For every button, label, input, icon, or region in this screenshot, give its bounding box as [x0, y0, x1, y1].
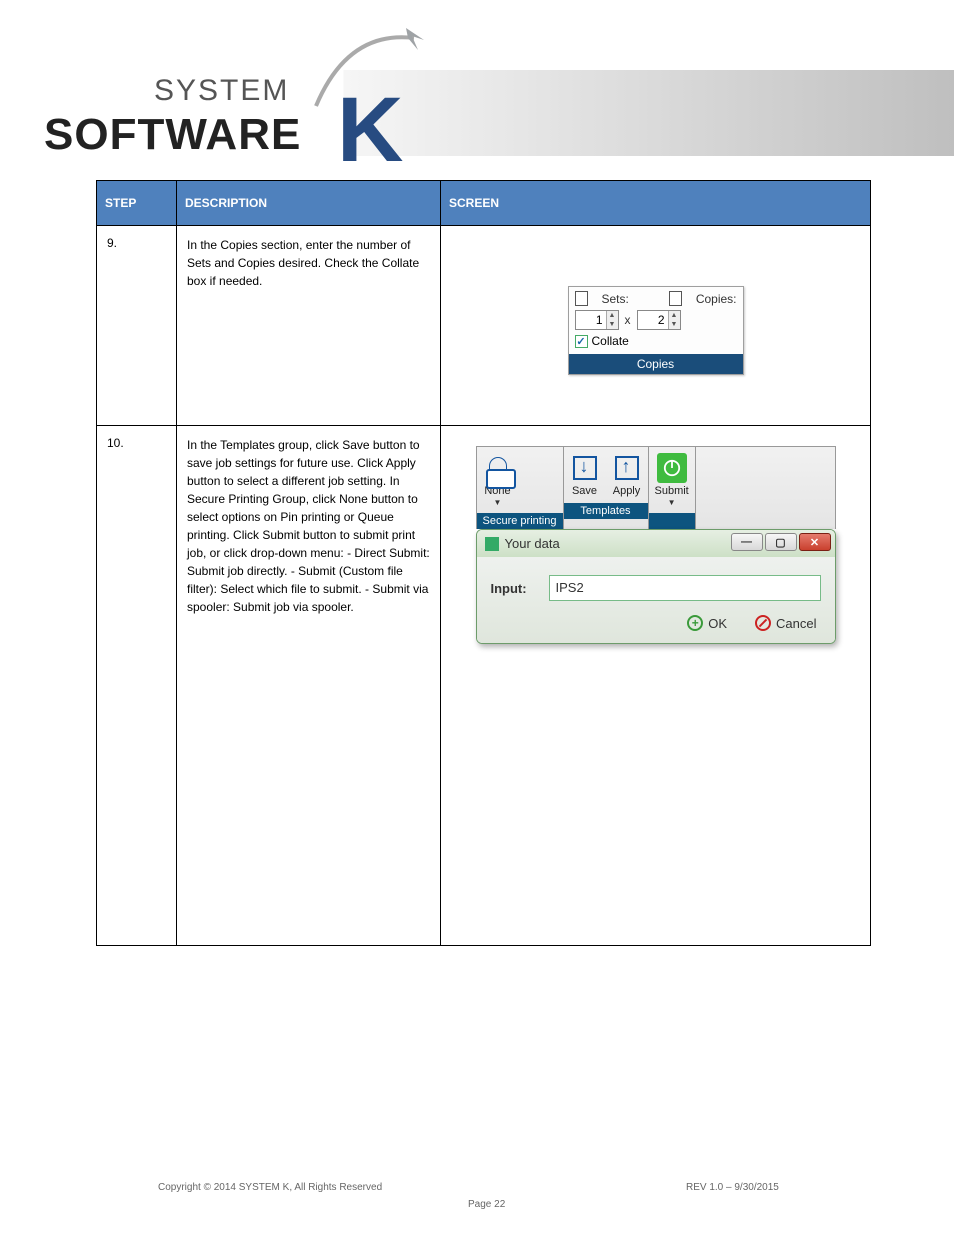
save-icon	[573, 456, 597, 480]
step-number: 9.	[97, 226, 177, 426]
company-logo: SYSTEM SOFTWARE K	[24, 18, 394, 158]
copies-footer: Copies	[569, 354, 743, 374]
templates-group-label: Templates	[564, 503, 648, 519]
cancel-button[interactable]: Cancel	[755, 615, 816, 631]
col-screen: SCREEN	[441, 181, 871, 226]
col-step: STEP	[97, 181, 177, 226]
secure-printing-group-label: Secure printing	[477, 513, 563, 529]
copies-icon	[669, 291, 682, 306]
save-button[interactable]: Save	[570, 453, 600, 497]
dialog-title: Your data	[505, 536, 560, 551]
col-desc: DESCRIPTION	[177, 181, 441, 226]
submit-button[interactable]: Submit ▼	[655, 453, 689, 507]
logo-text-software: SOFTWARE	[44, 110, 301, 160]
step-number: 10.	[97, 426, 177, 946]
step-description: In the Copies section, enter the number …	[177, 226, 441, 426]
lock-open-icon	[489, 457, 507, 469]
ok-button[interactable]: + OK	[687, 615, 727, 631]
copies-spinner[interactable]: 2 ▲▼	[637, 310, 681, 330]
logo-letter-k: K	[337, 78, 403, 183]
apply-icon	[615, 456, 639, 480]
none-button[interactable]: None ▼	[483, 453, 513, 507]
copies-label: Copies:	[696, 292, 737, 306]
sets-label: Sets:	[602, 292, 629, 306]
maximize-button[interactable]: ▢	[765, 533, 797, 551]
ribbon-toolbar: None ▼ Secure printing Save	[476, 446, 836, 529]
input-dialog: Your data — ▢ ✕ Input: IPS2	[476, 529, 836, 644]
input-label: Input:	[491, 581, 535, 596]
revision-text: REV 1.0 – 9/30/2015	[686, 1182, 779, 1193]
cancel-icon	[755, 615, 771, 631]
copies-value: 2	[638, 313, 668, 327]
submit-icon	[657, 453, 687, 483]
chevron-down-icon: ▼	[668, 498, 676, 507]
apply-button[interactable]: Apply	[612, 453, 642, 497]
collate-checkbox[interactable]	[575, 335, 588, 348]
copyright-text: Copyright © 2014 SYSTEM K, All Rights Re…	[158, 1182, 382, 1193]
app-icon	[485, 537, 499, 551]
logo-text-system: SYSTEM	[154, 74, 289, 108]
copies-panel: Sets: Copies: 1 ▲▼ x 2 ▲▼	[568, 286, 744, 375]
minimize-button[interactable]: —	[731, 533, 763, 551]
sets-icon	[575, 291, 588, 306]
multiply-label: x	[625, 313, 631, 327]
plus-circle-icon: +	[687, 615, 703, 631]
collate-label: Collate	[592, 334, 629, 348]
steps-table: STEP DESCRIPTION SCREEN 9. In the Copies…	[96, 180, 871, 946]
close-button[interactable]: ✕	[799, 533, 831, 551]
step-description: In the Templates group, click Save butto…	[177, 426, 441, 946]
input-field[interactable]: IPS2	[549, 575, 821, 601]
sets-spinner[interactable]: 1 ▲▼	[575, 310, 619, 330]
page-number: Page 22	[468, 1199, 505, 1210]
chevron-down-icon: ▼	[494, 498, 502, 507]
sets-value: 1	[576, 313, 606, 327]
